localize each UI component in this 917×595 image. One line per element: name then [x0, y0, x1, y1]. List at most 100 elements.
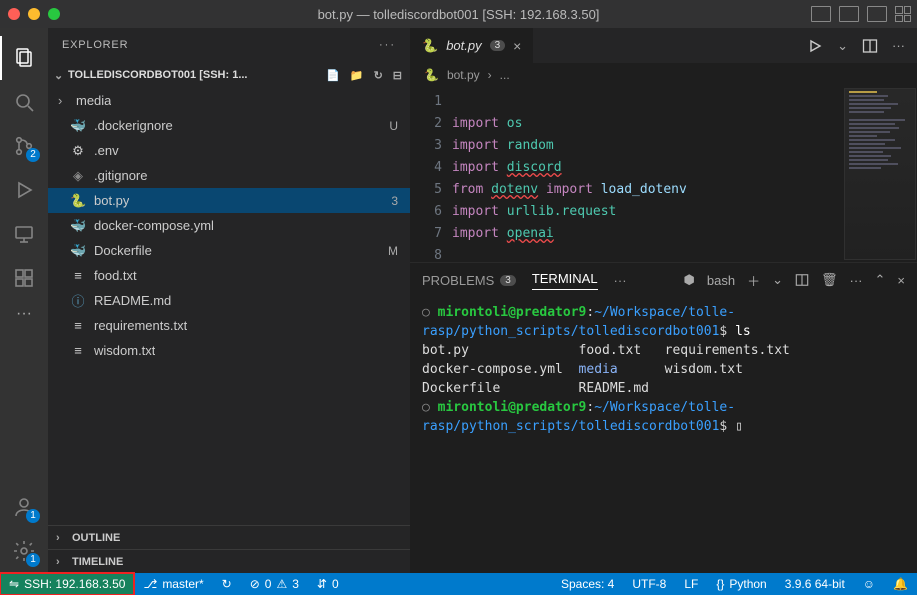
editor-area: 🐍 bot.py 3 × ⌄ ··· 🐍 bot.py › ... 123456… [410, 28, 917, 573]
split-terminal-icon[interactable] [795, 273, 809, 287]
panel-tabs: PROBLEMS 3 TERMINAL ··· ⬢ bash ＋ ⌄ 🗑 ···… [410, 263, 917, 297]
collapse-icon[interactable]: ⊟ [393, 69, 402, 82]
terminal-output[interactable]: ○ mirontoli@predator9:~/Workspace/tolle-… [410, 297, 917, 573]
source-control-icon[interactable]: 2 [0, 124, 48, 168]
sidebar-header: EXPLORER ··· [48, 28, 410, 62]
git-icon: ◈ [70, 168, 86, 184]
chevron-down-icon[interactable]: ⌄ [837, 38, 848, 54]
python-version[interactable]: 3.9.6 64-bit [776, 577, 854, 591]
tree-item-file[interactable]: 🐳docker-compose.yml [48, 213, 410, 238]
layout-bottom-icon[interactable] [839, 6, 859, 22]
title-layout-controls [811, 6, 911, 22]
accounts-badge: 1 [26, 509, 40, 523]
chevron-right-icon: › [56, 556, 66, 568]
remote-icon: ⇋ [9, 577, 19, 591]
branch-icon: ⎇ [143, 577, 157, 591]
run-debug-icon[interactable] [0, 168, 48, 212]
split-editor-icon[interactable] [862, 38, 878, 54]
tree-item-file-selected[interactable]: 🐍bot.py3 [48, 188, 410, 213]
minimap[interactable] [845, 89, 915, 259]
titlebar: bot.py — tollediscordbot001 [SSH: 192.16… [0, 0, 917, 28]
chevron-right-icon: › [56, 532, 66, 544]
feedback-icon[interactable]: ☺ [854, 577, 884, 591]
docker-icon: 🐳 [70, 218, 86, 234]
status-bar: ⇋ SSH: 192.168.3.50 ⎇ master* ↻ ⊘0 ⚠3 ⇵0… [0, 573, 917, 595]
tree-item-folder[interactable]: ›media [48, 88, 410, 113]
timeline-section[interactable]: › TIMELINE [48, 549, 410, 573]
minimize-window-button[interactable] [28, 8, 40, 20]
warning-count: 3 [292, 577, 299, 591]
error-icon: ⊘ [250, 577, 260, 591]
close-panel-icon[interactable]: × [897, 273, 905, 288]
trash-icon[interactable]: 🗑 [821, 272, 838, 288]
explorer-icon[interactable] [0, 36, 48, 80]
eol-status[interactable]: LF [675, 577, 707, 591]
tree-item-file[interactable]: ≡requirements.txt [48, 313, 410, 338]
layout-grid-icon[interactable] [895, 6, 911, 22]
remote-host: SSH: 192.168.3.50 [24, 577, 125, 591]
tree-item-file[interactable]: ⓘREADME.md [48, 288, 410, 313]
editor-tabs: 🐍 bot.py 3 × ⌄ ··· [410, 28, 917, 63]
tree-item-file[interactable]: ≡food.txt [48, 263, 410, 288]
more-icon[interactable]: ··· [0, 300, 48, 328]
panel-more2-icon[interactable]: ··· [850, 273, 863, 288]
ports-status[interactable]: ⇵0 [308, 573, 348, 595]
terminal-tab[interactable]: TERMINAL [532, 271, 598, 290]
outline-label: OUTLINE [72, 532, 120, 544]
layout-left-icon[interactable] [811, 6, 831, 22]
problems-tab[interactable]: PROBLEMS 3 [422, 273, 516, 288]
settings-badge: 1 [26, 553, 40, 567]
explorer-more-icon[interactable]: ··· [379, 39, 396, 51]
breadcrumb-more: ... [500, 68, 510, 82]
panel-more-icon[interactable]: ··· [614, 273, 627, 288]
language-name: Python [729, 577, 766, 591]
outline-section[interactable]: › OUTLINE [48, 525, 410, 549]
bell-icon[interactable]: 🔔 [884, 577, 917, 591]
chevron-right-icon: › [488, 68, 492, 82]
accounts-icon[interactable]: 1 [0, 485, 48, 529]
close-window-button[interactable] [8, 8, 20, 20]
new-folder-icon[interactable]: 📁 [350, 69, 364, 82]
git-branch[interactable]: ⎇ master* [134, 573, 212, 595]
docker-icon: 🐳 [70, 243, 86, 259]
python-icon: 🐍 [422, 38, 438, 54]
text-icon: ≡ [70, 268, 86, 283]
search-icon[interactable] [0, 80, 48, 124]
extensions-icon[interactable] [0, 256, 48, 300]
timeline-label: TIMELINE [72, 556, 123, 568]
shell-name[interactable]: bash [707, 273, 735, 288]
tree-item-file[interactable]: ◈.gitignore [48, 163, 410, 188]
breadcrumb[interactable]: 🐍 bot.py › ... [410, 63, 917, 87]
remote-explorer-icon[interactable] [0, 212, 48, 256]
zoom-window-button[interactable] [48, 8, 60, 20]
code-editor[interactable]: 12345678 import os import random import … [410, 87, 917, 262]
text-icon: ≡ [70, 318, 86, 333]
git-sync[interactable]: ↻ [213, 573, 241, 595]
problems-status[interactable]: ⊘0 ⚠3 [241, 573, 308, 595]
new-terminal-icon[interactable]: ＋ [747, 271, 760, 290]
tab-botpy[interactable]: 🐍 bot.py 3 × [410, 28, 534, 63]
remote-indicator[interactable]: ⇋ SSH: 192.168.3.50 [0, 573, 134, 595]
new-file-icon[interactable]: 📄 [326, 69, 340, 82]
indent-status[interactable]: Spaces: 4 [552, 577, 623, 591]
run-icon[interactable] [807, 38, 823, 54]
refresh-icon[interactable]: ↻ [374, 69, 383, 82]
chevron-down-icon[interactable]: ⌄ [772, 272, 783, 288]
maximize-panel-icon[interactable]: ⌃ [875, 272, 886, 288]
layout-right-icon[interactable] [867, 6, 887, 22]
tree-item-file[interactable]: 🐳DockerfileM [48, 238, 410, 263]
settings-gear-icon[interactable]: 1 [0, 529, 48, 573]
tree-item-file[interactable]: ≡wisdom.txt [48, 338, 410, 363]
info-icon: ⓘ [70, 291, 86, 310]
tree-item-file[interactable]: ⚙.env [48, 138, 410, 163]
language-status[interactable]: {} Python [707, 577, 775, 591]
gear-icon: ⚙ [70, 143, 86, 159]
tree-item-file[interactable]: 🐳.dockerignoreU [48, 113, 410, 138]
terminal-line: Dockerfile README.md [422, 381, 649, 396]
encoding-status[interactable]: UTF-8 [623, 577, 675, 591]
python-icon: 🐍 [70, 193, 86, 209]
folder-section-header[interactable]: ⌄ TOLLEDISCORDBOT001 [SSH: 1... 📄 📁 ↻ ⊟ [48, 62, 410, 88]
more-icon[interactable]: ··· [892, 38, 905, 53]
terminal-label: TERMINAL [532, 271, 598, 286]
close-icon[interactable]: × [513, 38, 521, 54]
